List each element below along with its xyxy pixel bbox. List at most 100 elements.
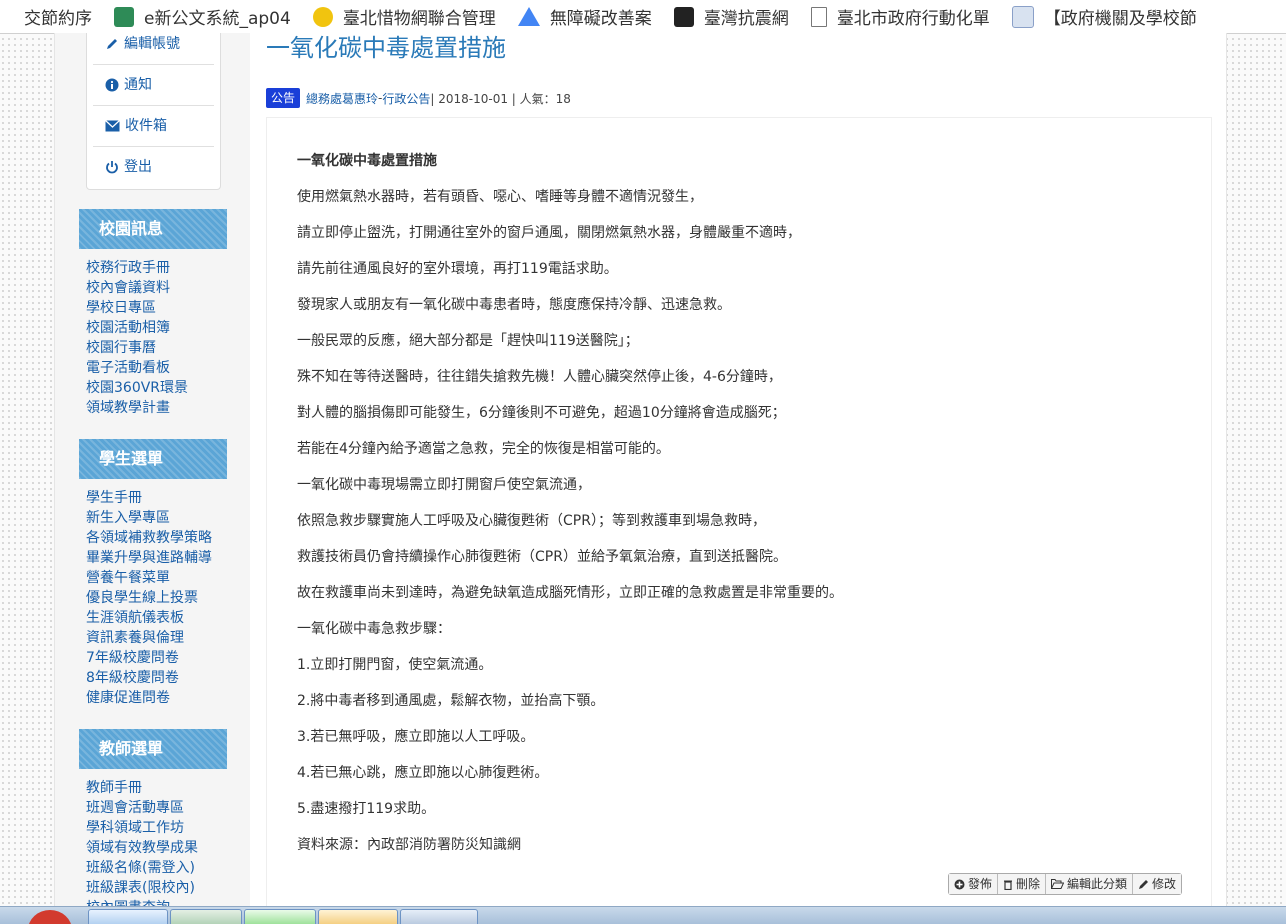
page-title: 一氧化碳中毒處置措施 xyxy=(266,34,506,62)
delete-button[interactable]: 刪除 xyxy=(998,874,1047,894)
list-item[interactable]: 班級名條(需登入) xyxy=(86,858,236,878)
bookmark-item[interactable]: 【政府機關及學校節 xyxy=(1011,4,1197,29)
list-item[interactable]: 學生手冊 xyxy=(86,488,236,508)
list-item[interactable]: 學校日專區 xyxy=(86,298,236,318)
sidebar: 編輯帳號 通知 收件箱 登出 校園訊息 校務行政手冊 校內會議資料 學校日專區 … xyxy=(55,33,250,906)
section-header-student-menu: 學生選單 xyxy=(79,439,227,479)
user-menu: 編輯帳號 通知 收件箱 登出 xyxy=(86,33,221,190)
paragraph: 依照急救步驟實施人工呼吸及心臟復甦術（CPR）；等到救護車到場急救時， xyxy=(297,513,766,529)
start-orb-icon[interactable] xyxy=(28,910,72,924)
bookmark-item[interactable]: e新公文系統_ap04 xyxy=(114,4,291,29)
paragraph: 3.若已無呼吸，應立即施以人工呼吸。 xyxy=(297,729,535,745)
list-item[interactable]: 優良學生線上投票 xyxy=(86,588,236,608)
article-heading: 一氧化碳中毒處置措施 xyxy=(297,153,437,169)
list-item[interactable]: 班級課表(限校內) xyxy=(86,878,236,898)
folder-open-icon xyxy=(1051,879,1065,889)
list-item[interactable]: 班週會活動專區 xyxy=(86,798,236,818)
article-actions: 發佈 刪除 編輯此分類 修改 xyxy=(948,873,1183,895)
app-icon[interactable] xyxy=(400,909,478,924)
list-item[interactable]: 領域有效教學成果 xyxy=(86,838,236,858)
main-content: 一氧化碳中毒處置措施 公告 總務處葛惠玲 - 行政公告 | 2018-10-01… xyxy=(266,33,1221,906)
list-item[interactable]: 畢業升學與進路輔導 xyxy=(86,548,236,568)
list-item[interactable]: 新生入學專區 xyxy=(86,508,236,528)
list-item[interactable]: 生涯領航儀表板 xyxy=(86,608,236,628)
list-item[interactable]: 資訊素養與倫理 xyxy=(86,628,236,648)
paragraph: 殊不知在等待送醫時，往往錯失搶救先機！人體心臟突然停止後，4-6分鐘時， xyxy=(297,369,782,385)
list-item[interactable]: 電子活動看板 xyxy=(86,358,236,378)
bookmark-favicon-icon xyxy=(114,6,134,27)
paragraph: 1.立即打開門窗，使空氣流通。 xyxy=(297,657,493,673)
article-paragraphs: 一氧化碳中毒處置措施 使用燃氣熱水器時，若有頭昏、噁心、嗜睡等身體不適情況發生，… xyxy=(297,150,843,870)
author-link[interactable]: 總務處葛惠玲 xyxy=(306,90,378,107)
list-item[interactable]: 校務行政手冊 xyxy=(86,258,236,278)
article-meta: 公告 總務處葛惠玲 - 行政公告 | 2018-10-01 | 人氣：18 xyxy=(266,88,571,108)
list-item[interactable]: 領域教學計畫 xyxy=(86,398,236,418)
category-link[interactable]: 行政公告 xyxy=(382,90,430,107)
trash-icon xyxy=(1004,880,1013,890)
teacher-menu-list: 教師手冊 班週會活動專區 學科領域工作坊 領域有效教學成果 班級名條(需登入) … xyxy=(86,778,236,906)
line-app-icon[interactable] xyxy=(244,909,316,924)
publish-button[interactable]: 發佈 xyxy=(949,874,999,894)
bookmark-favicon-icon xyxy=(312,6,333,27)
paragraph: 一氧化碳中毒現場需立即打開窗戶使空氣流通， xyxy=(297,477,591,493)
category-badge: 公告 xyxy=(266,88,301,108)
section-header-teacher-menu: 教師選單 xyxy=(79,729,227,769)
paragraph: 請先前往通風良好的室外環境，再打119電話求助。 xyxy=(297,261,618,277)
paragraph: 一氧化碳中毒急救步驟： xyxy=(297,621,451,637)
list-item[interactable]: 校內圖書查詢 xyxy=(86,898,236,906)
list-item[interactable]: 健康促進問卷 xyxy=(86,688,236,708)
bookmark-item[interactable]: 臺灣抗震網 xyxy=(673,4,789,29)
edit-button[interactable]: 修改 xyxy=(1133,874,1182,894)
list-item[interactable]: 營養午餐菜單 xyxy=(86,568,236,588)
list-item[interactable]: 各領域補救教學策略 xyxy=(86,528,236,548)
bookmark-favicon-icon xyxy=(673,6,694,27)
list-item[interactable]: 校內會議資料 xyxy=(86,278,236,298)
meta-date-views: | 2018-10-01 | 人氣：18 xyxy=(430,91,571,106)
bookmarks-bar: 交節約序 e新公文系統_ap04 臺北惜物網聯合管理 無障礙改善案 臺灣抗震網 … xyxy=(0,0,1286,34)
list-item[interactable]: 校園360VR環景 xyxy=(86,378,236,398)
ie-browser-icon[interactable] xyxy=(88,909,168,924)
paragraph: 故在救護車尚未到達時，為避免缺氧造成腦死情形，立即正確的急救處置是非常重要的。 xyxy=(297,585,843,601)
edit-category-button[interactable]: 編輯此分類 xyxy=(1046,874,1134,894)
paragraph: 救護技術員仍會持續操作心肺復甦術（CPR）並給予氧氣治療，直到送抵醫院。 xyxy=(297,549,787,565)
inbox-link[interactable]: 收件箱 xyxy=(93,106,214,147)
bookmark-item[interactable]: 交節約序 xyxy=(0,4,92,29)
list-item[interactable]: 8年級校慶問卷 xyxy=(86,668,236,688)
list-item[interactable]: 校園活動相簿 xyxy=(86,318,236,338)
edit-account-link[interactable]: 編輯帳號 xyxy=(93,33,214,65)
source-note: 資料來源：內政部消防署防災知識網 xyxy=(297,837,521,853)
section-header-campus-info: 校園訊息 xyxy=(79,209,227,249)
page-icon xyxy=(810,6,827,27)
paragraph: 發現家人或朋友有一氧化碳中毒患者時，態度應保持冷靜、迅速急救。 xyxy=(297,297,731,313)
paragraph: 4.若已無心跳，應立即施以心肺復甦術。 xyxy=(297,765,549,781)
folder-app-icon[interactable] xyxy=(318,909,398,924)
notifications-link[interactable]: 通知 xyxy=(93,65,214,106)
excel-icon[interactable] xyxy=(170,909,242,924)
bookmark-item[interactable]: 無障礙改善案 xyxy=(517,4,652,29)
plus-circle-icon xyxy=(954,879,965,889)
student-menu-list: 學生手冊 新生入學專區 各領域補救教學策略 畢業升學與進路輔導 營養午餐菜單 優… xyxy=(86,488,236,708)
paragraph: 2.將中毒者移到通風處，鬆解衣物，並抬高下顎。 xyxy=(297,693,605,709)
campus-info-list: 校務行政手冊 校內會議資料 學校日專區 校園活動相簿 校園行事曆 電子活動看板 … xyxy=(86,258,236,418)
list-item[interactable]: 學科領域工作坊 xyxy=(86,818,236,838)
document-icon xyxy=(1011,5,1034,28)
logout-link[interactable]: 登出 xyxy=(93,147,214,187)
info-icon xyxy=(105,78,119,92)
bookmark-item[interactable]: 臺北惜物網聯合管理 xyxy=(312,4,496,29)
drive-icon xyxy=(517,7,540,26)
os-taskbar xyxy=(0,906,1286,924)
power-icon xyxy=(106,161,118,174)
paragraph: 5.盡速撥打119求助。 xyxy=(297,801,436,817)
paragraph: 請立即停止盥洗，打開通往室外的窗戶通風，關閉燃氣熱水器，身體嚴重不適時， xyxy=(297,225,801,241)
list-item[interactable]: 校園行事曆 xyxy=(86,338,236,358)
list-item[interactable]: 教師手冊 xyxy=(86,778,236,798)
pencil-icon xyxy=(107,39,117,49)
paragraph: 對人體的腦損傷即可能發生，6分鐘後則不可避免，超過10分鐘將會造成腦死； xyxy=(297,405,786,421)
pencil-icon xyxy=(1139,879,1149,889)
envelope-icon xyxy=(105,120,120,132)
paragraph: 使用燃氣熱水器時，若有頭昏、噁心、嗜睡等身體不適情況發生， xyxy=(297,189,703,205)
article-body: 一氧化碳中毒處置措施 使用燃氣熱水器時，若有頭昏、噁心、嗜睡等身體不適情況發生，… xyxy=(266,117,1212,906)
bookmark-item[interactable]: 臺北市政府行動化單 xyxy=(810,4,990,29)
paragraph: 一般民眾的反應，絕大部分都是「趕快叫119送醫院」； xyxy=(297,333,639,349)
list-item[interactable]: 7年級校慶問卷 xyxy=(86,648,236,668)
